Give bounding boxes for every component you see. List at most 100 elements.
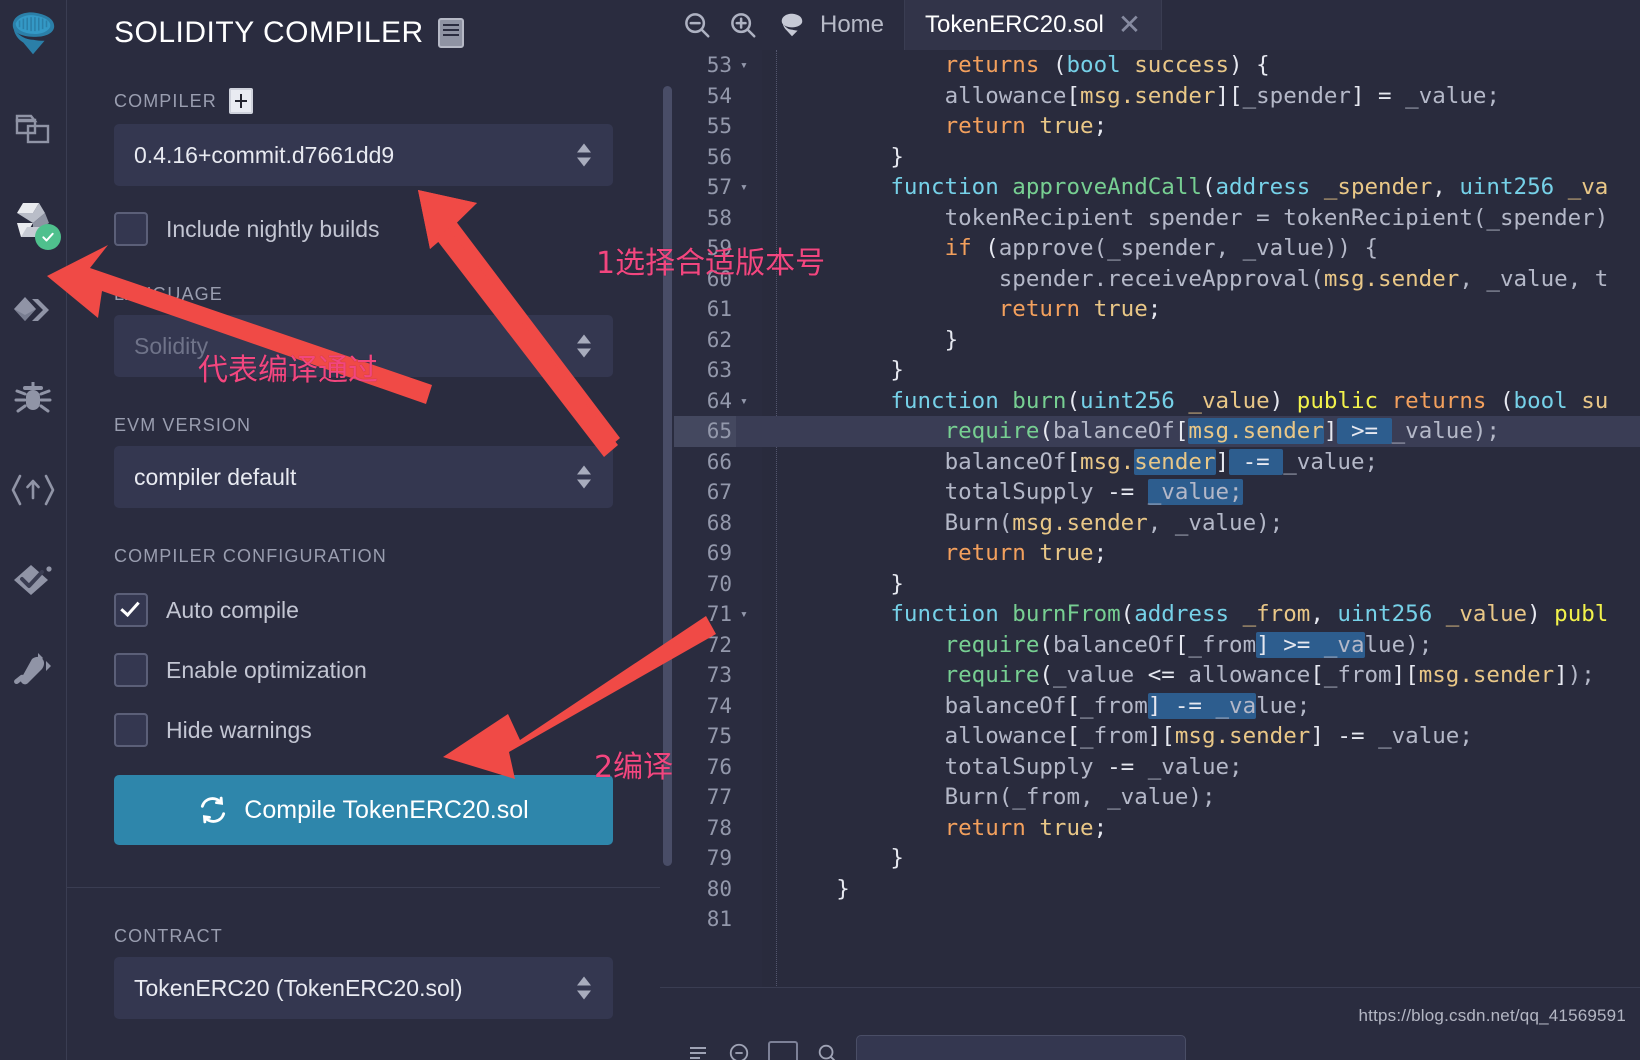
line-number: 68 (706, 510, 732, 535)
code-line[interactable]: 54 allowance[msg.sender][_spender] = _va… (674, 81, 1640, 112)
terminal-controls-row (686, 1034, 1624, 1060)
line-number: 54 (706, 83, 732, 108)
deploy-run-transactions-icon[interactable] (7, 284, 59, 336)
code-line[interactable]: 76 totalSupply -= _value; (674, 752, 1640, 783)
plugin-manager-icon[interactable] (7, 644, 59, 696)
code-line[interactable]: 71 ▾ function burnFrom(address _from, uin… (674, 599, 1640, 630)
editor-tabbar: Home TokenERC20.sol ✕ (660, 0, 1640, 50)
contract-value: TokenERC20 (TokenERC20.sol) (134, 974, 463, 1001)
enable-optimization-checkbox[interactable] (114, 653, 148, 687)
code-line[interactable]: 60 spender.receiveApproval(msg.sender, _… (674, 264, 1640, 295)
line-number: 64 (706, 388, 732, 413)
editor-vertical-scrollbar[interactable] (660, 50, 674, 988)
fold-toggle-icon[interactable]: ▾ (736, 599, 762, 630)
chevron-updown-icon (577, 143, 591, 167)
code-canvas[interactable]: 53 ▾ returns (bool success) {54 allowance… (674, 50, 1640, 988)
code-line[interactable]: 81 (674, 904, 1640, 935)
line-number: 58 (706, 205, 732, 230)
code-line[interactable]: 53 ▾ returns (bool success) { (674, 50, 1640, 81)
code-lines[interactable]: 53 ▾ returns (bool success) {54 allowance… (674, 50, 1640, 935)
contract-select[interactable]: TokenERC20 (TokenERC20.sol) (114, 957, 613, 1019)
code-line[interactable]: 78 return true; (674, 813, 1640, 844)
solidity-static-analysis-icon[interactable] (7, 464, 59, 516)
code-line[interactable]: 66 balanceOf[msg.sender] -= _value; (674, 447, 1640, 478)
code-line[interactable]: 70 } (674, 569, 1640, 600)
close-icon[interactable]: ✕ (1118, 11, 1141, 39)
terminal-clear-icon[interactable] (728, 1042, 750, 1060)
fold-toggle-icon[interactable]: ▾ (736, 50, 762, 81)
code-line[interactable]: 72 require(balanceOf[_from] >= _value); (674, 630, 1640, 661)
code-line[interactable]: 59 if (approve(_spender, _value)) { (674, 233, 1640, 264)
line-number: 70 (706, 571, 732, 596)
line-number: 56 (706, 144, 732, 169)
code-line-text: return true; (944, 540, 1108, 566)
file-explorers-icon[interactable] (7, 104, 59, 156)
code-line[interactable]: 67 totalSupply -= _value; (674, 477, 1640, 508)
code-line-text: require(_value <= allowance[_from][msg.s… (944, 662, 1595, 688)
scrollbar-thumb[interactable] (663, 86, 672, 866)
code-line[interactable]: 65 require(balanceOf[msg.sender] >= _val… (674, 416, 1640, 447)
evm-version-section-label: EVM VERSION (114, 415, 613, 436)
terminal-filter-icon[interactable] (816, 1042, 838, 1060)
include-nightly-builds-checkbox[interactable] (114, 212, 148, 246)
include-nightly-builds-row[interactable]: Include nightly builds (114, 212, 613, 246)
terminal-toggle-icon[interactable] (686, 1041, 710, 1060)
code-line[interactable]: 63 } (674, 355, 1640, 386)
enable-optimization-row[interactable]: Enable optimization (114, 653, 613, 687)
code-line[interactable]: 79 } (674, 843, 1640, 874)
zoom-out-icon[interactable] (682, 10, 712, 40)
code-line[interactable]: 77 Burn(_from, _value); (674, 782, 1640, 813)
terminal-listen-checkbox[interactable] (768, 1041, 798, 1060)
auto-compile-checkbox[interactable] (114, 593, 148, 627)
code-line[interactable]: 64 ▾ function burn(uint256 _value) public… (674, 386, 1640, 417)
tab-home-label: Home (820, 11, 885, 38)
solidity-compiler-icon[interactable] (7, 194, 61, 250)
code-line[interactable]: 58 tokenRecipient spender = tokenRecipie… (674, 203, 1640, 234)
solidity-unit-testing-icon[interactable] (7, 554, 59, 606)
fold-toggle-icon[interactable]: ▾ (736, 172, 762, 203)
code-line-text: if (approve(_spender, _value)) { (944, 235, 1379, 261)
auto-compile-row[interactable]: Auto compile (114, 593, 613, 627)
code-line[interactable]: 62 } (674, 325, 1640, 356)
code-line[interactable]: 57 ▾ function approveAndCall(address _spe… (674, 172, 1640, 203)
add-compiler-icon[interactable] (228, 88, 253, 114)
hide-warnings-row[interactable]: Hide warnings (114, 713, 613, 747)
code-line[interactable]: 68 Burn(msg.sender, _value); (674, 508, 1640, 539)
fold-toggle-icon[interactable]: ▾ (736, 386, 762, 417)
line-number: 65 (674, 416, 736, 447)
compiler-version-select[interactable]: 0.4.16+commit.d7661dd9 (114, 124, 613, 186)
tab-tokenerc20-sol[interactable]: TokenERC20.sol ✕ (905, 0, 1163, 50)
code-line[interactable]: 61 return true; (674, 294, 1640, 325)
contract-label-text: CONTRACT (114, 926, 223, 946)
compile-success-badge (35, 224, 61, 250)
debugger-icon[interactable] (7, 374, 59, 426)
evm-version-select[interactable]: compiler default (114, 446, 613, 508)
hide-warnings-checkbox[interactable] (114, 713, 148, 747)
documentation-icon[interactable] (437, 18, 464, 48)
code-line[interactable]: 55 return true; (674, 111, 1640, 142)
tab-home[interactable]: Home (758, 0, 906, 50)
code-line[interactable]: 75 allowance[_from][msg.sender] -= _valu… (674, 721, 1640, 752)
line-number: 73 (706, 663, 732, 687)
remix-logo-icon[interactable] (7, 8, 59, 60)
code-line[interactable]: 56 } (674, 142, 1640, 173)
panel-title-text: SOLIDITY COMPILER (114, 16, 424, 49)
language-select[interactable]: Solidity (114, 315, 613, 377)
compile-button[interactable]: Compile TokenERC20.sol (114, 775, 613, 845)
code-line[interactable]: 80 } (674, 874, 1640, 905)
terminal-search-input[interactable] (856, 1035, 1186, 1060)
zoom-in-icon[interactable] (728, 10, 758, 40)
code-line[interactable]: 74 balanceOf[_from] -= _value; (674, 691, 1640, 722)
remix-ide-window: SOLIDITY COMPILER COMPILER 0.4.16+commit… (0, 0, 1640, 1060)
code-line[interactable]: 73 require(_value <= allowance[_from][ms… (674, 660, 1640, 691)
code-line[interactable]: 69 return true; (674, 538, 1640, 569)
code-line-text: return true; (998, 296, 1162, 322)
code-line-text: totalSupply -= _value; (944, 753, 1243, 780)
chevron-updown-icon (577, 465, 591, 489)
